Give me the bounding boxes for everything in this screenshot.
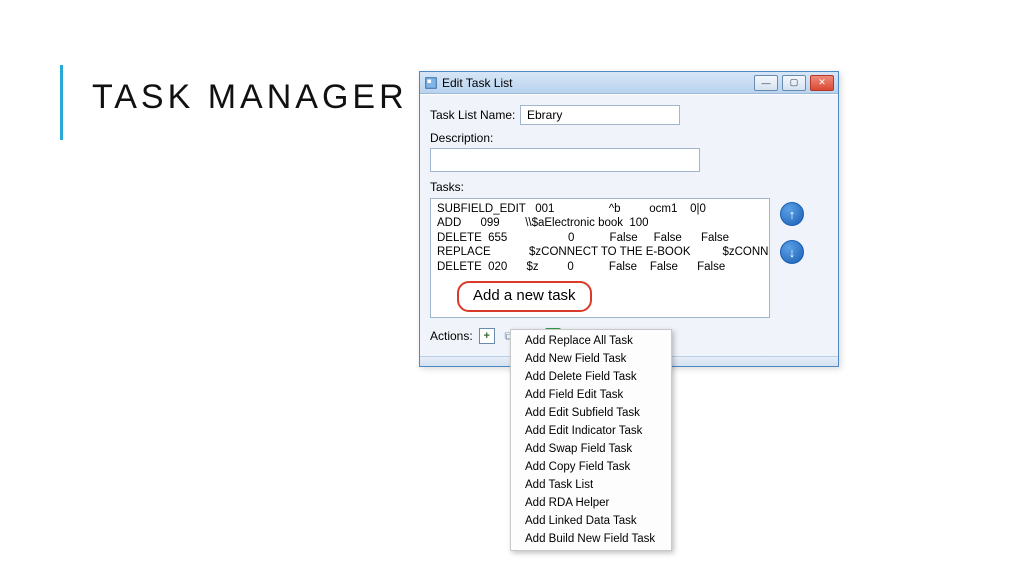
menu-item-build-new-field[interactable]: Add Build New Field Task (511, 530, 671, 548)
window-client-area: Task List Name: Description: Tasks: SUBF… (420, 94, 838, 356)
tasks-label: Tasks: (430, 180, 520, 194)
add-task-button[interactable]: + (479, 328, 495, 344)
menu-item-field-edit[interactable]: Add Field Edit Task (511, 386, 671, 404)
window-titlebar[interactable]: Edit Task List — ▢ ✕ (420, 72, 838, 94)
menu-item-task-list[interactable]: Add Task List (511, 476, 671, 494)
move-up-button[interactable]: ↑ (780, 202, 804, 226)
tasks-listbox[interactable]: SUBFIELD_EDIT 001 ^b ocm1 0|0 ADD 099 \\… (430, 198, 770, 318)
task-row[interactable]: DELETE 655 0 False False False (437, 231, 763, 245)
menu-item-new-field[interactable]: Add New Field Task (511, 350, 671, 368)
description-input[interactable] (430, 148, 700, 172)
menu-item-swap-field[interactable]: Add Swap Field Task (511, 440, 671, 458)
edit-task-list-window: Edit Task List — ▢ ✕ Task List Name: Des… (419, 71, 839, 367)
description-label: Description: (430, 131, 520, 145)
arrow-up-icon: ↑ (789, 207, 796, 222)
move-down-button[interactable]: ↓ (780, 240, 804, 264)
menu-item-rda-helper[interactable]: Add RDA Helper (511, 494, 671, 512)
menu-item-linked-data[interactable]: Add Linked Data Task (511, 512, 671, 530)
task-row[interactable]: REPLACE $zCONNECT TO THE E-BOOK $zCONNEC… (437, 245, 763, 259)
app-icon (424, 76, 438, 90)
slide-title: TASK MANAGER (92, 78, 408, 117)
window-title: Edit Task List (442, 76, 750, 90)
menu-item-delete-field[interactable]: Add Delete Field Task (511, 368, 671, 386)
maximize-button[interactable]: ▢ (782, 75, 806, 91)
task-row[interactable]: SUBFIELD_EDIT 001 ^b ocm1 0|0 (437, 202, 763, 216)
add-task-callout: Add a new task (457, 281, 592, 312)
close-button[interactable]: ✕ (810, 75, 834, 91)
task-row[interactable]: DELETE 020 $z 0 False False False (437, 260, 763, 274)
slide-accent-bar (60, 65, 63, 140)
task-list-name-input[interactable] (520, 105, 680, 125)
menu-item-edit-indicator[interactable]: Add Edit Indicator Task (511, 422, 671, 440)
menu-item-copy-field[interactable]: Add Copy Field Task (511, 458, 671, 476)
actions-label: Actions: (430, 329, 473, 343)
add-task-context-menu: Add Replace All Task Add New Field Task … (510, 329, 672, 551)
menu-item-edit-subfield[interactable]: Add Edit Subfield Task (511, 404, 671, 422)
arrow-down-icon: ↓ (789, 245, 796, 260)
task-list-name-label: Task List Name: (430, 108, 520, 122)
menu-item-replace-all[interactable]: Add Replace All Task (511, 332, 671, 350)
task-row[interactable]: ADD 099 \\$aElectronic book 100 (437, 216, 763, 230)
minimize-button[interactable]: — (754, 75, 778, 91)
